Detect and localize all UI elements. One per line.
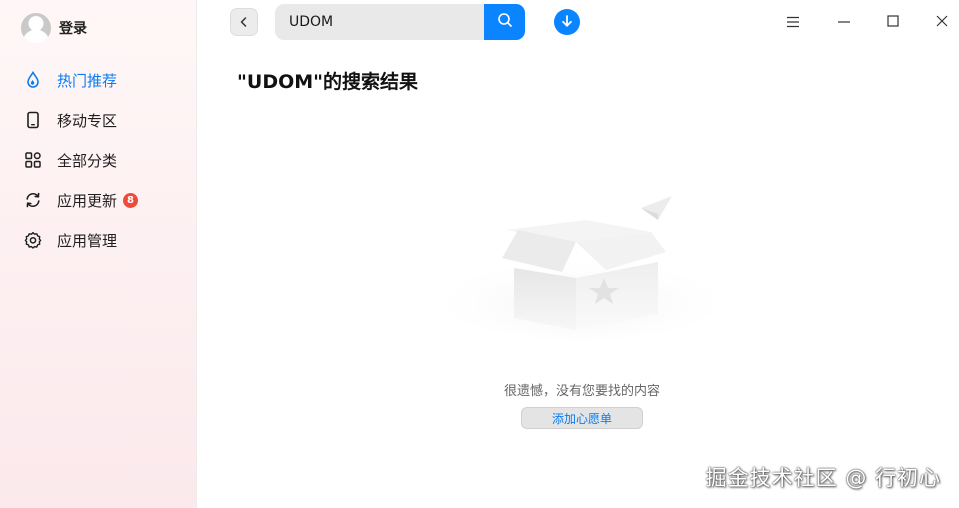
watermark: 掘金技术社区 @ 行初心 [705, 466, 941, 490]
maximize-button[interactable] [881, 10, 905, 34]
maximize-icon [886, 13, 900, 32]
sidebar-nav: 热门推荐 移动专区 全部分类 应用更新 8 应用管理 [0, 60, 197, 260]
refresh-icon [24, 191, 42, 209]
back-button[interactable] [230, 8, 258, 36]
menu-icon [786, 13, 800, 32]
login-label[interactable]: 登录 [59, 18, 87, 38]
update-count-badge: 8 [123, 192, 139, 208]
search-button[interactable] [484, 4, 525, 40]
sidebar-item-hot-recommend[interactable]: 热门推荐 [0, 60, 197, 100]
avatar[interactable] [21, 13, 51, 43]
search-icon [497, 12, 513, 32]
gear-icon [24, 231, 42, 249]
sidebar-item-app-management[interactable]: 应用管理 [0, 220, 197, 260]
sidebar-item-label: 应用管理 [57, 231, 118, 250]
chevron-left-icon [238, 13, 250, 32]
close-icon [935, 13, 949, 32]
sidebar-item-all-categories[interactable]: 全部分类 [0, 140, 197, 180]
app-window: 登录 热门推荐 移动专区 全部分类 应用更新 8 应用管理 UDOM "UDOM… [0, 0, 959, 508]
sidebar-item-label: 移动专区 [57, 111, 118, 130]
sidebar-item-label: 应用更新 [57, 191, 118, 210]
close-button[interactable] [930, 10, 954, 34]
minimize-icon [837, 13, 851, 32]
sidebar-item-app-updates[interactable]: 应用更新 8 [0, 180, 197, 220]
empty-box-illustration [436, 190, 726, 340]
menu-button[interactable] [781, 10, 805, 34]
minimize-button[interactable] [832, 10, 856, 34]
grid-icon [24, 151, 42, 169]
phone-icon [24, 111, 42, 129]
arrow-down-icon [560, 13, 574, 32]
sidebar-item-mobile-zone[interactable]: 移动专区 [0, 100, 197, 140]
page-title: "UDOM"的搜索结果 [237, 71, 419, 93]
sidebar-item-label: 热门推荐 [57, 71, 118, 90]
sidebar: 登录 热门推荐 移动专区 全部分类 应用更新 8 应用管理 [0, 0, 197, 508]
droplet-icon [24, 71, 42, 89]
sidebar-item-label: 全部分类 [57, 151, 118, 170]
add-wishlist-button[interactable]: 添加心愿单 [521, 407, 643, 429]
search-box [275, 4, 525, 40]
download-manager-button[interactable] [554, 9, 580, 35]
search-input[interactable] [275, 4, 484, 40]
user-login[interactable]: 登录 [21, 13, 87, 43]
empty-message: 很遗憾，没有您要找的内容 [503, 384, 660, 399]
